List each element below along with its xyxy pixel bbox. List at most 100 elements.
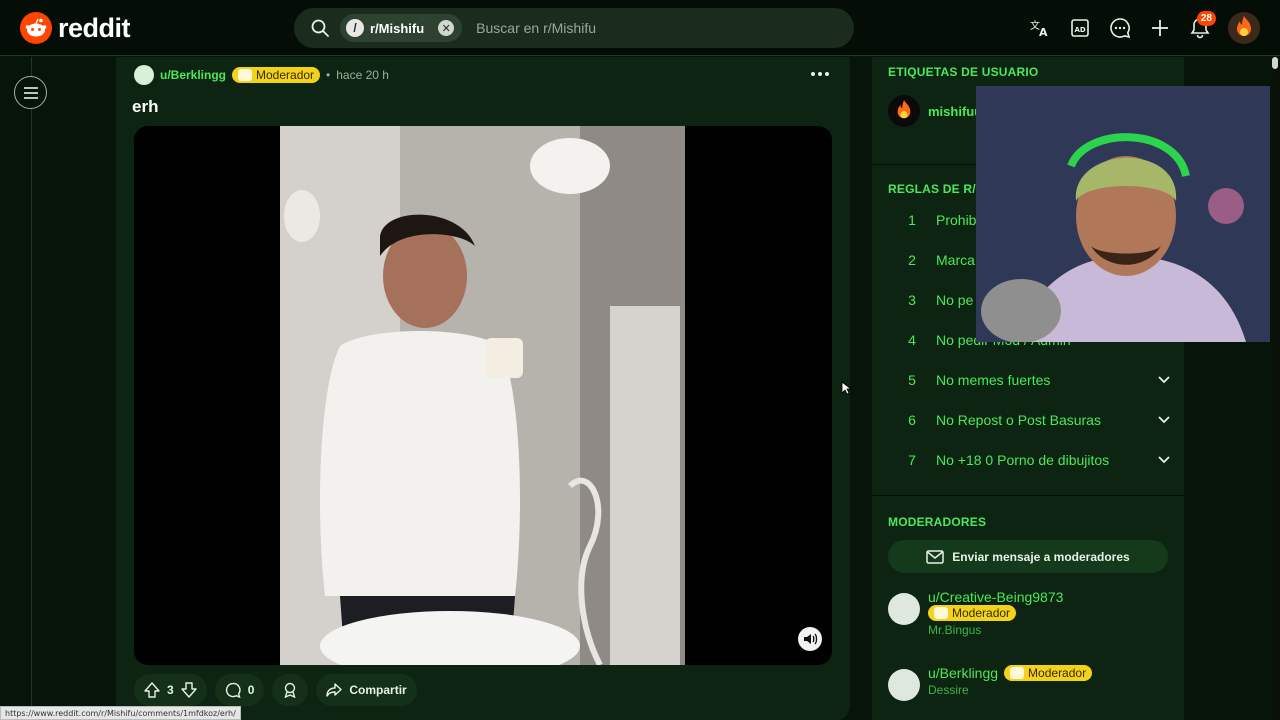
vote-control: 3 [134, 674, 207, 706]
moderator-flair-badge: Moderador [1004, 665, 1093, 681]
award-button[interactable] [272, 674, 309, 706]
moderator-flair-badge: Moderador [928, 605, 1017, 621]
rule-item-6[interactable]: 6 No Repost o Post Basuras [888, 400, 1174, 440]
svg-text:A: A [1039, 26, 1048, 38]
author-avatar[interactable] [134, 65, 154, 85]
chat-icon [1110, 18, 1131, 39]
upvote-icon[interactable] [144, 682, 160, 698]
streamer-webcam-overlay [976, 86, 1280, 342]
post-meta: u/Berklingg Moderador • hace 20 h [134, 65, 389, 85]
search-icon [311, 19, 329, 37]
mute-toggle-button[interactable] [798, 627, 822, 651]
comment-count: 0 [247, 683, 255, 697]
status-bar-url: https://www.reddit.com/r/Mishifu/comment… [0, 706, 241, 720]
post-card: u/Berklingg Moderador • hace 20 h erh 3 … [116, 57, 850, 720]
post-actions: 3 0 Compartir [134, 674, 417, 706]
chat-button[interactable] [1100, 8, 1140, 48]
post-video-frame [280, 126, 685, 665]
moderators-heading: MODERADORES [888, 515, 987, 529]
rule-number: 5 [908, 372, 916, 388]
user-avatar[interactable] [1228, 12, 1260, 44]
advertise-icon: AD [1071, 19, 1089, 37]
rule-number: 6 [908, 412, 916, 428]
notifications-button[interactable]: 28 [1180, 8, 1220, 48]
moderator-flair-badge: Moderador [232, 67, 321, 83]
user-flair-preview[interactable]: mishifuu [888, 95, 982, 127]
moderator-flair-text: Mr.Bingus [928, 623, 982, 637]
award-icon [284, 682, 296, 698]
post-timestamp: hace 20 h [336, 68, 389, 82]
flair-emoji-icon [238, 69, 253, 81]
share-icon [326, 683, 343, 697]
speaker-icon [804, 633, 818, 645]
translate-icon: 文 A [1030, 19, 1048, 38]
rule-number: 4 [908, 332, 916, 348]
advertise-button[interactable]: AD [1060, 8, 1100, 48]
moderator-entry[interactable]: u/Creative-Being9873 Moderador Mr.Bingus [888, 589, 1063, 637]
downvote-icon[interactable] [180, 682, 197, 698]
rule-item-7[interactable]: 7 No +18 0 Porno de dibujitos [888, 440, 1174, 480]
chevron-down-icon[interactable] [1154, 450, 1174, 470]
moderator-entry[interactable]: u/Berklingg Moderador Dessire [888, 665, 1093, 701]
webcam-person-illustration [976, 86, 1280, 342]
share-button[interactable]: Compartir [316, 674, 417, 706]
reddit-logo[interactable]: reddit [20, 12, 131, 44]
video-player[interactable] [134, 126, 832, 665]
subreddit-icon: / [346, 19, 364, 37]
mail-icon [926, 549, 945, 564]
meta-separator: • [326, 68, 331, 82]
rule-number: 7 [908, 452, 916, 468]
rule-item-5[interactable]: 5 No memes fuertes [888, 360, 1174, 400]
page-scrollbar[interactable] [1270, 57, 1280, 720]
reddit-snoo-icon [20, 12, 52, 44]
user-flair-heading: ETIQUETAS DE USUARIO [888, 65, 1039, 79]
flair-label: Moderador [952, 606, 1011, 620]
rule-text: No Repost o Post Basuras [936, 412, 1101, 428]
rule-text: No +18 0 Porno de dibujitos [936, 452, 1110, 468]
moderator-avatar [888, 593, 920, 625]
translate-button[interactable]: 文 A [1020, 8, 1060, 48]
expand-nav-button[interactable] [14, 76, 47, 109]
flair-avatar [888, 95, 920, 127]
rules-heading: REGLAS DE R/M [888, 182, 986, 196]
plus-icon [1152, 20, 1168, 36]
flair-label: Moderador [1028, 666, 1087, 680]
avatar-flame-icon [1237, 16, 1251, 36]
flair-emoji-icon [934, 607, 948, 619]
post-overflow-menu-button[interactable] [808, 67, 832, 81]
moderator-avatar [888, 669, 920, 701]
chevron-down-icon[interactable] [1154, 370, 1174, 390]
search-input[interactable]: Buscar en r/Mishifu [476, 20, 596, 36]
rule-number: 1 [908, 212, 916, 228]
comment-icon [225, 682, 241, 698]
post-author-link[interactable]: u/Berklingg [160, 68, 226, 82]
clear-community-icon[interactable]: ✕ [438, 20, 455, 36]
community-filter-chip[interactable]: / r/Mishifu ✕ [340, 14, 463, 42]
mouse-cursor-icon [841, 381, 853, 400]
notification-count-badge: 28 [1196, 11, 1216, 26]
message-moderators-button[interactable]: Enviar mensaje a moderadores [888, 540, 1168, 573]
search-bar[interactable]: / r/Mishifu ✕ Buscar en r/Mishifu [294, 8, 854, 48]
vote-count: 3 [167, 683, 174, 697]
rule-text: No memes fuertes [936, 372, 1051, 388]
hamburger-menu-icon [23, 86, 38, 99]
chevron-down-icon[interactable] [1154, 410, 1174, 430]
scrollbar-thumb[interactable] [1272, 57, 1278, 69]
user-flair-name: mishifuu [928, 103, 983, 119]
rule-number: 3 [908, 292, 916, 308]
share-label: Compartir [349, 683, 407, 697]
community-chip-label: r/Mishifu [370, 20, 425, 36]
left-nav-rail [0, 57, 32, 720]
message-moderators-label: Enviar mensaje a moderadores [952, 549, 1130, 564]
create-post-button[interactable] [1140, 8, 1180, 48]
post-title[interactable]: erh [132, 97, 158, 117]
rule-number: 2 [908, 252, 916, 268]
moderator-username[interactable]: u/Creative-Being9873 [928, 589, 1063, 605]
comments-button[interactable]: 0 [214, 674, 265, 706]
flair-emoji-icon [1010, 667, 1025, 679]
moderator-username[interactable]: u/Berklingg [928, 665, 998, 681]
top-header: reddit / r/Mishifu ✕ Buscar en r/Mishifu… [0, 0, 1280, 56]
moderator-flair-text: Dessire [928, 683, 969, 697]
svg-text:AD: AD [1075, 26, 1086, 34]
sidebar-divider [872, 495, 1184, 496]
